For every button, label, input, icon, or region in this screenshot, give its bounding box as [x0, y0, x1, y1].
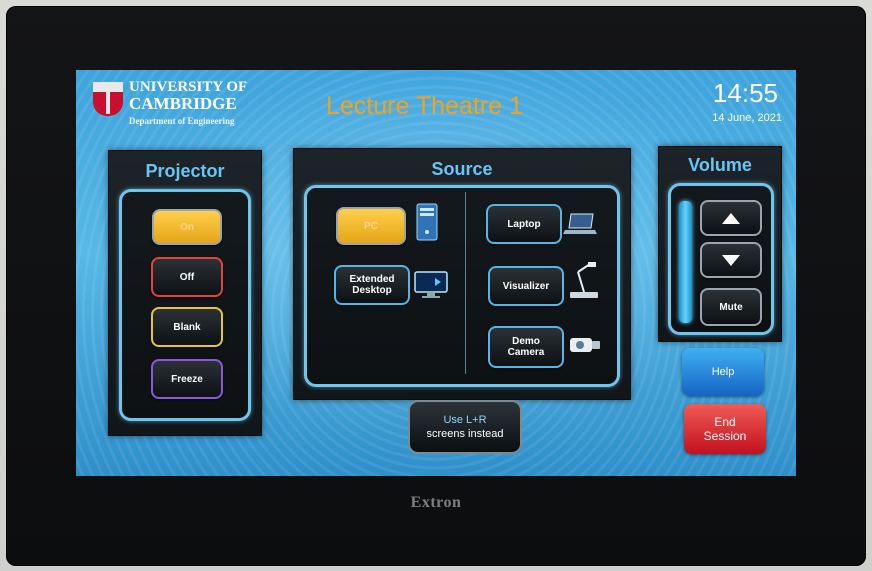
demo-camera-label-line1: Demo: [512, 336, 540, 347]
department-label: Department of Engineering: [129, 116, 235, 126]
source-visualizer-button[interactable]: Visualizer: [488, 266, 564, 306]
clock-date: 14 June, 2021: [712, 112, 782, 124]
camera-icon: [570, 338, 600, 352]
use-lr-screens-button[interactable]: Use L+R screens instead: [408, 400, 522, 454]
source-laptop-button[interactable]: Laptop: [486, 204, 562, 244]
source-divider: [465, 192, 466, 374]
extended-desktop-label-line1: Extended: [349, 274, 395, 285]
source-title: Source: [431, 159, 493, 179]
monitor-icon: [414, 271, 448, 298]
touch-screen: UNIVERSITY OF CAMBRIDGE Department of En…: [76, 70, 796, 476]
end-session-label-line1: End: [714, 415, 736, 429]
use-lr-label-line2: screens instead: [426, 428, 504, 440]
help-button[interactable]: Help: [682, 348, 764, 396]
arrow-up-icon: [722, 212, 740, 224]
clock-time: 14:55: [712, 78, 778, 108]
source-pc-button[interactable]: PC: [336, 207, 406, 245]
device-brand-label: Extron: [410, 494, 462, 511]
source-demo-camera-button[interactable]: Demo Camera: [488, 326, 564, 368]
pc-tower-icon: [416, 203, 438, 241]
projector-freeze-button[interactable]: Freeze: [151, 359, 223, 399]
volume-down-button[interactable]: [700, 242, 762, 278]
org-name-line2: CAMBRIDGE: [129, 94, 237, 113]
projector-off-button[interactable]: Off: [151, 257, 223, 297]
end-session-label-line2: Session: [703, 429, 747, 443]
laptop-icon: [563, 213, 597, 234]
volume-mute-button[interactable]: Mute: [700, 288, 762, 326]
projector-panel: Projector On Off Blank Freeze: [108, 150, 262, 436]
arrow-down-icon: [722, 254, 740, 266]
source-extended-desktop-button[interactable]: Extended Desktop: [334, 265, 410, 305]
projector-on-button[interactable]: On: [152, 209, 222, 245]
room-title: Lecture Theatre 1: [326, 92, 523, 120]
volume-up-button[interactable]: [700, 200, 762, 236]
projector-blank-button[interactable]: Blank: [151, 307, 223, 347]
university-crest-icon: [93, 82, 123, 116]
volume-title: Volume: [688, 155, 752, 175]
projector-title: Projector: [145, 161, 225, 181]
extended-desktop-label-line2: Desktop: [352, 285, 392, 296]
volume-level-bar: [679, 201, 692, 323]
use-lr-label-line1: Use L+R: [443, 414, 487, 426]
visualizer-icon: [570, 262, 598, 298]
end-session-button[interactable]: End Session: [684, 404, 766, 454]
demo-camera-label-line2: Camera: [507, 347, 545, 358]
